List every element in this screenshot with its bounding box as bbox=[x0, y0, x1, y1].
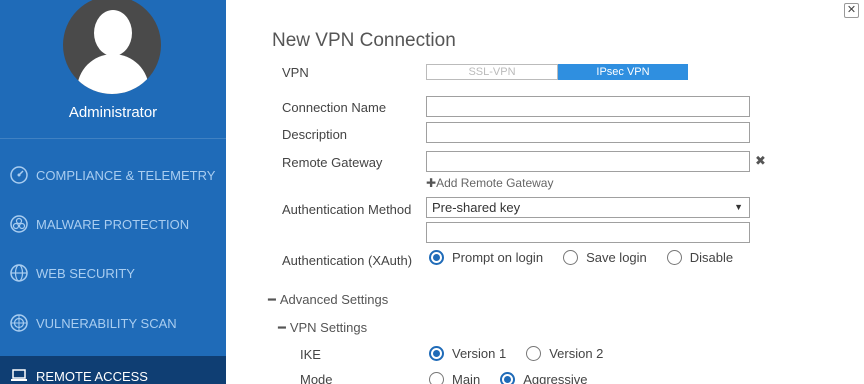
dropdown-arrow-icon: ▼ bbox=[734, 202, 743, 212]
xauth-save-login[interactable]: Save login bbox=[563, 250, 647, 265]
ike-label: IKE bbox=[300, 347, 321, 362]
collapse-icon: ━ bbox=[278, 320, 286, 335]
nav-item-compliance-telemetry[interactable]: COMPLIANCE & TELEMETRY bbox=[0, 155, 226, 195]
radio-label: Version 2 bbox=[549, 346, 604, 361]
avatar bbox=[63, 0, 161, 94]
radio-icon bbox=[563, 250, 579, 265]
page-title: New VPN Connection bbox=[272, 30, 456, 51]
nav-divider bbox=[0, 138, 226, 139]
radio-label: Aggressive bbox=[523, 372, 588, 384]
auth-method-value: Pre-shared key bbox=[432, 200, 521, 215]
nav-item-remote-access[interactable]: REMOTE ACCESS bbox=[0, 356, 226, 384]
nav-item-label: REMOTE ACCESS bbox=[36, 368, 148, 384]
radio-label: Disable bbox=[689, 250, 734, 265]
radar-icon bbox=[8, 312, 30, 334]
description-input[interactable] bbox=[426, 122, 750, 143]
radio-checked-icon bbox=[500, 372, 516, 384]
vpn-label: VPN bbox=[282, 65, 309, 80]
description-label: Description bbox=[282, 127, 348, 142]
sidebar: Administrator COMPLIANCE & TELEMETRY MAL… bbox=[0, 0, 226, 384]
ike-radio-group: Version 1 Version 2 bbox=[429, 346, 623, 361]
add-remote-gateway-label: Add Remote Gateway bbox=[436, 176, 554, 190]
mode-main[interactable]: Main bbox=[429, 372, 480, 384]
plus-icon: ✚ bbox=[426, 176, 437, 190]
remote-gateway-input[interactable] bbox=[426, 151, 750, 172]
laptop-icon bbox=[8, 365, 30, 384]
radio-icon bbox=[666, 250, 682, 265]
radio-checked-icon bbox=[429, 250, 444, 265]
collapse-icon: ━ bbox=[268, 292, 276, 307]
radio-label: Save login bbox=[586, 250, 647, 265]
user-name: Administrator bbox=[68, 104, 158, 121]
xauth-label: Authentication (XAuth) bbox=[282, 253, 413, 268]
vpn-settings-label: VPN Settings bbox=[289, 320, 368, 335]
mode-aggressive[interactable]: Aggressive bbox=[500, 372, 588, 384]
remove-gateway-icon[interactable]: ✖ bbox=[755, 154, 766, 169]
xauth-prompt-on-login[interactable]: Prompt on login bbox=[429, 250, 543, 265]
ipsec-vpn-option[interactable]: IPsec VPN bbox=[558, 64, 688, 80]
radio-label: Main bbox=[452, 372, 481, 384]
xauth-disable[interactable]: Disable bbox=[666, 250, 734, 265]
xauth-radio-group: Prompt on login Save login Disable bbox=[429, 250, 753, 265]
biohazard-icon bbox=[8, 213, 30, 235]
ike-version-1[interactable]: Version 1 bbox=[429, 346, 506, 361]
mode-label: Mode bbox=[300, 372, 333, 384]
auth-method-select[interactable]: Pre-shared key ▼ bbox=[426, 197, 750, 218]
vpn-settings-toggle[interactable]: ━ VPN Settings bbox=[278, 320, 367, 336]
preshared-key-input[interactable] bbox=[426, 222, 750, 243]
nav-item-vulnerability-scan[interactable]: VULNERABILITY SCAN bbox=[0, 303, 226, 343]
vpn-type-toggle: SSL-VPN IPsec VPN bbox=[426, 64, 688, 80]
nav-item-label: COMPLIANCE & TELEMETRY bbox=[36, 167, 216, 183]
ike-version-2[interactable]: Version 2 bbox=[526, 346, 603, 361]
ssl-vpn-option[interactable]: SSL-VPN bbox=[426, 64, 558, 80]
radio-label: Version 1 bbox=[452, 346, 507, 361]
globe-icon bbox=[8, 262, 30, 284]
gauge-icon bbox=[8, 164, 30, 186]
mode-radio-group: Main Aggressive bbox=[429, 372, 608, 384]
advanced-settings-toggle[interactable]: ━ Advanced Settings bbox=[268, 292, 388, 308]
radio-checked-icon bbox=[429, 346, 444, 361]
radio-icon bbox=[526, 346, 542, 361]
connection-name-label: Connection Name bbox=[282, 100, 387, 115]
radio-label: Prompt on login bbox=[452, 250, 544, 265]
auth-method-label: Authentication Method bbox=[282, 202, 412, 217]
nav-item-web-security[interactable]: WEB SECURITY bbox=[0, 253, 226, 293]
connection-name-input[interactable] bbox=[426, 96, 750, 117]
nav-item-label: MALWARE PROTECTION bbox=[36, 216, 190, 232]
nav-item-label: WEB SECURITY bbox=[36, 265, 135, 281]
nav-item-malware-protection[interactable]: MALWARE PROTECTION bbox=[0, 204, 226, 244]
nav-item-label: VULNERABILITY SCAN bbox=[36, 315, 177, 331]
radio-icon bbox=[429, 372, 444, 384]
add-remote-gateway-link[interactable]: ✚Add Remote Gateway bbox=[426, 176, 553, 190]
close-icon[interactable]: ✕ bbox=[844, 3, 859, 18]
remote-gateway-label: Remote Gateway bbox=[282, 155, 383, 170]
advanced-settings-label: Advanced Settings bbox=[279, 292, 389, 307]
